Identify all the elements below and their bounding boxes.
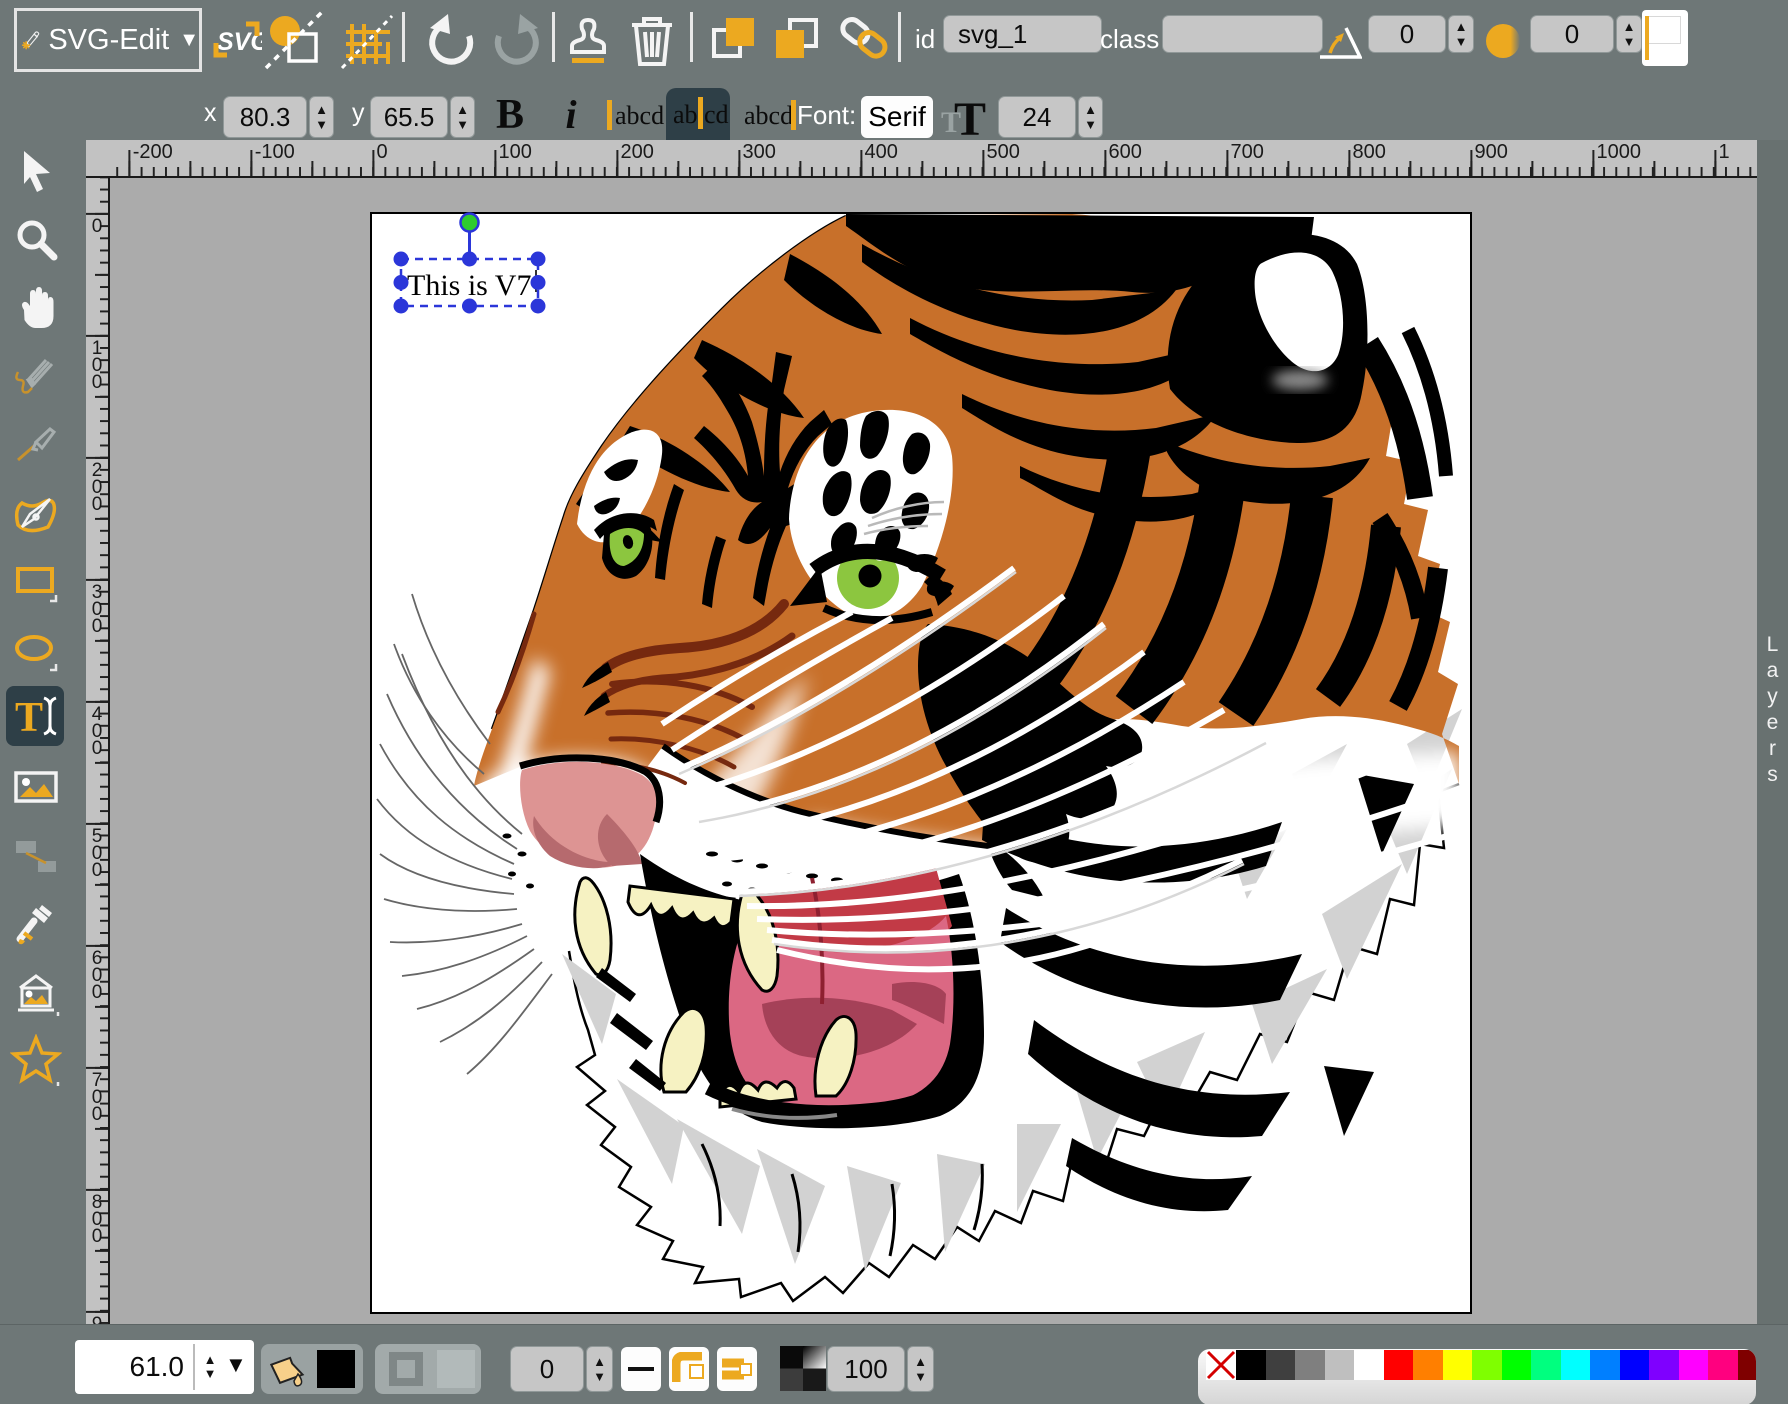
- svg-text:This is V7: This is V7: [407, 269, 531, 302]
